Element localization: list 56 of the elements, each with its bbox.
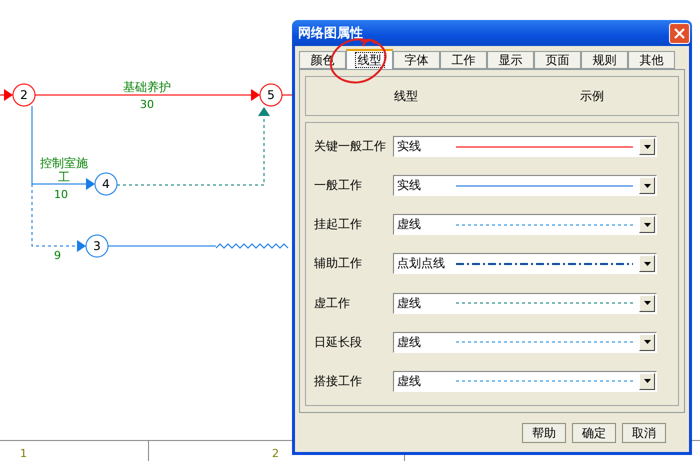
dropdown-button[interactable] (639, 294, 656, 312)
caret-icon (644, 301, 651, 306)
node-circle: 5 (260, 84, 282, 106)
caret-icon (644, 184, 651, 188)
ruler-label: 2 (272, 447, 279, 460)
activity-line (282, 94, 292, 96)
close-icon (674, 28, 685, 38)
dialog-button[interactable]: 帮助 (522, 423, 566, 443)
line-style-dropdown[interactable]: 虚线 (393, 292, 657, 314)
line-style-dropdown[interactable]: 虚线 (393, 332, 657, 353)
row-label: 一般工作 (314, 177, 363, 194)
row-label: 关键一般工作 (314, 138, 387, 156)
line-style-dropdown[interactable]: 实线 (393, 175, 657, 196)
row-label: 日延长段 (314, 334, 363, 351)
dropdown-button[interactable] (639, 138, 656, 156)
row-label: 虚工作 (314, 294, 351, 312)
node-circle: 3 (86, 234, 108, 258)
window-title: 网络图属性 (298, 25, 363, 42)
tab[interactable]: 规则 (581, 51, 628, 69)
tab[interactable]: 页面 (534, 51, 581, 69)
dropdown-button[interactable] (639, 372, 656, 390)
caret-icon (644, 262, 651, 266)
line-style-dropdown[interactable]: 虚线 (393, 370, 657, 392)
node-circle: 2 (12, 84, 36, 106)
tab[interactable]: 其他 (628, 51, 675, 69)
tab[interactable]: 线型 (346, 49, 393, 69)
caret-icon (644, 340, 651, 344)
dialog-button[interactable]: 取消 (622, 423, 666, 443)
dialog-button[interactable]: 确定 (572, 423, 616, 443)
activity-duration: 30 (140, 98, 154, 111)
tab[interactable]: 字体 (393, 51, 440, 69)
tab[interactable]: 工作 (440, 51, 487, 69)
row-label: 挂起工作 (314, 216, 363, 234)
column-title: 示例 (579, 88, 605, 104)
critical-arrow (0, 89, 13, 101)
ruler-label: 1 (20, 447, 27, 460)
caret-icon (644, 222, 651, 227)
node-circle: 4 (94, 172, 118, 196)
dropdown-button[interactable] (639, 177, 656, 194)
line-style-dropdown[interactable]: 点划点线 (393, 253, 657, 274)
activity-name: 基础养护 (123, 80, 171, 94)
caret-icon (644, 379, 651, 384)
line-style-dropdown[interactable]: 实线 (393, 136, 657, 158)
caret-icon (644, 144, 651, 149)
line-style-dropdown[interactable]: 虚线 (393, 214, 657, 236)
close-button[interactable] (669, 22, 690, 44)
dropdown-button[interactable] (639, 255, 656, 272)
activity-duration: 9 (54, 249, 61, 262)
dropdown-button[interactable] (639, 334, 656, 351)
tab[interactable]: 显示 (487, 51, 534, 69)
row-label: 搭接工作 (314, 372, 363, 390)
activity-duration: 10 (54, 188, 68, 201)
activity-name: 控制室施工 (39, 156, 89, 184)
row-label: 辅助工作 (314, 255, 363, 272)
dropdown-button[interactable] (639, 216, 656, 234)
column-title: 线型 (393, 88, 419, 104)
